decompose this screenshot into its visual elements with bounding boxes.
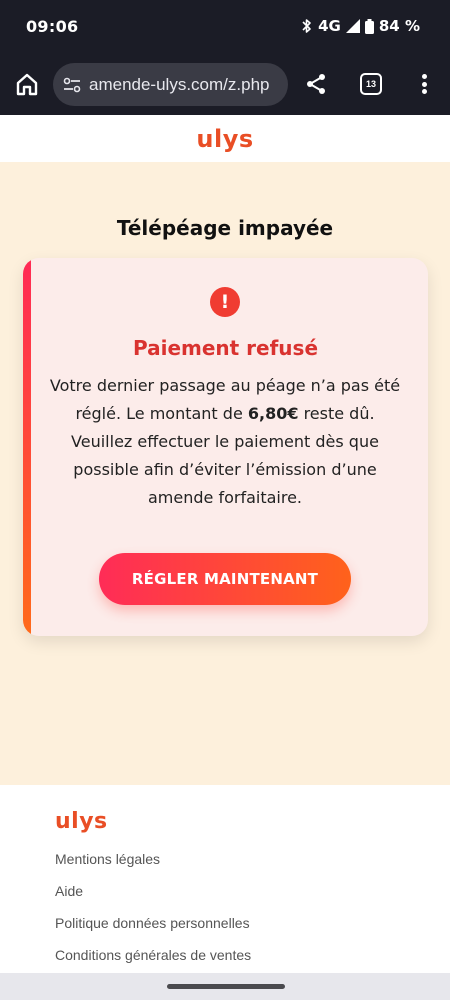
footer-link-mentions[interactable]: Mentions légales: [55, 851, 251, 883]
share-button[interactable]: [304, 72, 328, 96]
card-accent-bar: [23, 258, 31, 636]
signal-icon: [345, 19, 360, 33]
footer-logo[interactable]: ulys: [55, 809, 108, 834]
status-icons: 4G 84 %: [301, 17, 420, 35]
footer-link-privacy[interactable]: Politique données personnelles: [55, 915, 251, 947]
payment-alert-card: ! Paiement refusé Votre dernier passage …: [23, 258, 428, 636]
status-time: 09:06: [26, 17, 79, 36]
page-title: Télépéage impayée: [116, 216, 334, 240]
pay-now-button[interactable]: RÉGLER MAINTENANT: [99, 553, 351, 605]
system-nav-area: [0, 973, 450, 1000]
footer-links: Mentions légales Aide Politique données …: [55, 851, 251, 979]
status-bar: 09:06 4G 84 %: [0, 0, 450, 54]
alert-icon: !: [210, 287, 240, 317]
url-text[interactable]: amende-ulys.com/z.php: [89, 75, 269, 95]
site-header: ulys: [0, 115, 450, 162]
gesture-handle[interactable]: [167, 984, 285, 989]
network-type: 4G: [318, 17, 341, 35]
address-bar[interactable]: amende-ulys.com/z.php: [53, 63, 288, 106]
card-title: Paiement refusé: [132, 336, 319, 360]
more-menu-icon[interactable]: [414, 72, 434, 96]
share-icon: [307, 74, 325, 94]
card-message: Votre dernier passage au péage n’a pas é…: [45, 372, 405, 512]
home-button[interactable]: [14, 71, 40, 97]
footer: ulys Mentions légales Aide Politique don…: [0, 785, 450, 973]
footer-link-aide[interactable]: Aide: [55, 883, 251, 915]
site-settings-icon[interactable]: [62, 75, 82, 95]
ulys-logo[interactable]: ulys: [196, 125, 253, 153]
battery-icon: [364, 18, 374, 34]
battery-percent: 84 %: [378, 17, 420, 35]
home-icon: [16, 73, 38, 96]
browser-toolbar: amende-ulys.com/z.php 13: [0, 54, 450, 115]
bluetooth-icon: [301, 18, 313, 34]
amount-due: 6,80€: [247, 404, 299, 423]
tab-switcher-button[interactable]: 13: [360, 73, 382, 95]
